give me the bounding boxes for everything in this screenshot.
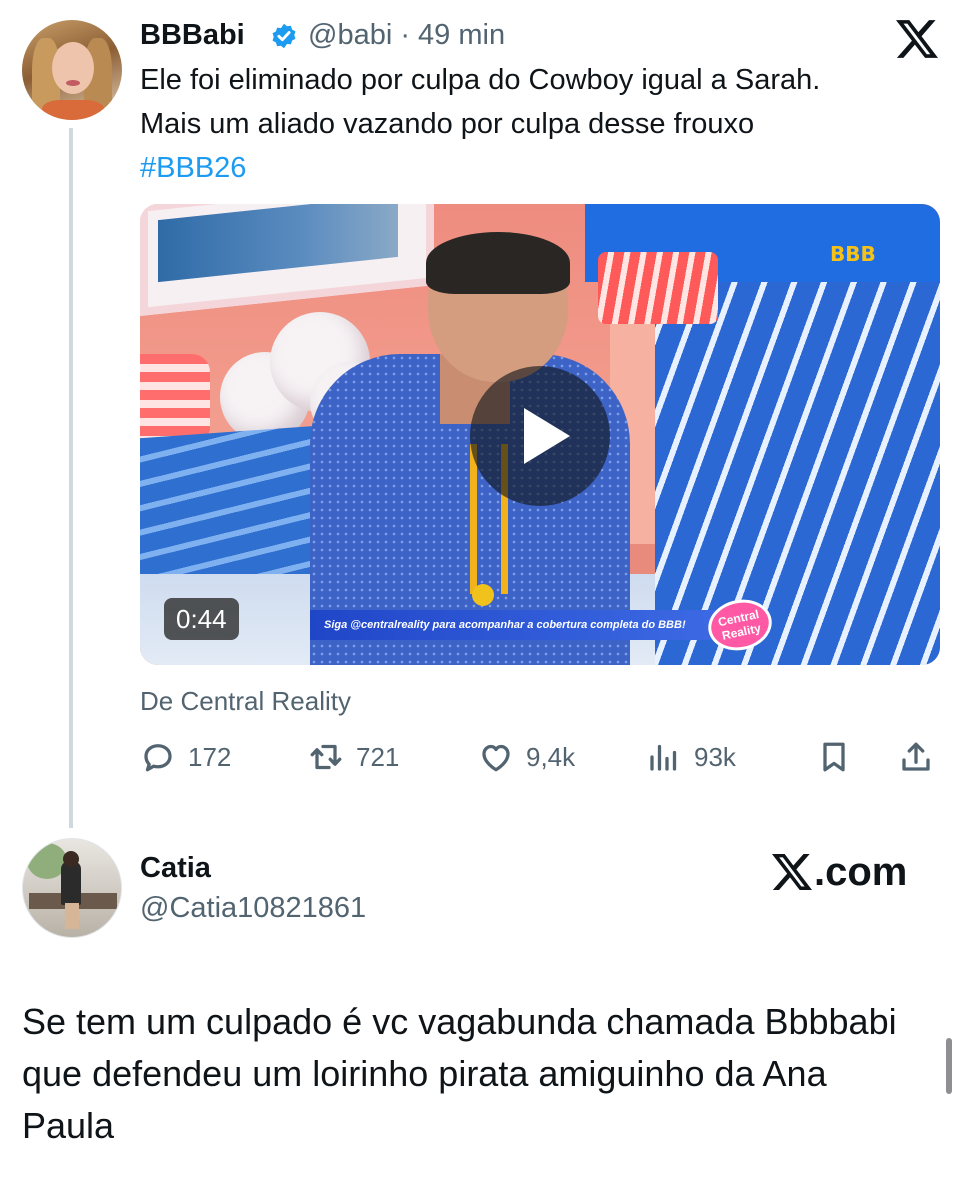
author-name[interactable]: BBBabi bbox=[140, 18, 245, 52]
retweet-icon bbox=[310, 744, 342, 770]
verified-badge-icon bbox=[272, 23, 296, 49]
video-scene-pillow bbox=[140, 354, 210, 438]
avatar-shirt bbox=[42, 100, 104, 120]
thread-line bbox=[69, 128, 73, 828]
retweet-count: 721 bbox=[356, 741, 400, 772]
reply-author-handle[interactable]: @Catia10821861 bbox=[140, 890, 366, 926]
play-icon bbox=[524, 408, 570, 464]
avatar-head bbox=[63, 851, 79, 867]
video-source-label[interactable]: De Central Reality bbox=[140, 684, 351, 718]
avatar-body bbox=[61, 861, 81, 905]
bookmark-icon bbox=[823, 742, 845, 772]
reply-button[interactable]: 172 bbox=[140, 734, 231, 780]
video-person-badge bbox=[472, 584, 494, 606]
like-count: 9,4k bbox=[526, 741, 576, 772]
views-count: 93k bbox=[694, 741, 736, 772]
video-duration: 0:44 bbox=[164, 598, 239, 640]
avatar-lips bbox=[66, 80, 80, 86]
xcom-brand-text: .com bbox=[814, 850, 908, 894]
x-logo-icon bbox=[772, 854, 812, 890]
video-corner-logo: BBB bbox=[830, 242, 876, 266]
bookmark-button[interactable] bbox=[816, 734, 852, 780]
views-icon bbox=[650, 744, 677, 771]
video-player[interactable]: BBB Siga @centralreality para acompanhar… bbox=[140, 204, 940, 665]
tweet-text: Ele foi eliminado por culpa do Cowboy ig… bbox=[140, 64, 821, 140]
like-icon bbox=[482, 744, 510, 772]
video-person-hair bbox=[426, 232, 570, 294]
reply-text: Se tem um culpado é vc vagabunda chamada… bbox=[22, 1001, 897, 1146]
retweet-button[interactable]: 721 bbox=[308, 734, 399, 780]
views-button[interactable]: 93k bbox=[646, 734, 736, 780]
video-scene-pillow bbox=[598, 252, 718, 324]
reply-author-name[interactable]: Catia bbox=[140, 850, 211, 886]
reply-count: 172 bbox=[188, 741, 232, 772]
hashtag-link[interactable]: #BBB26 bbox=[140, 146, 246, 190]
share-button[interactable] bbox=[898, 734, 934, 780]
video-scene-bed bbox=[655, 264, 940, 665]
author-avatar[interactable] bbox=[22, 20, 122, 120]
like-button[interactable]: 9,4k bbox=[478, 734, 575, 780]
video-banner: Siga @centralreality para acompanhar a c… bbox=[310, 610, 754, 640]
xcom-brand: .com bbox=[772, 850, 907, 894]
share-icon bbox=[902, 742, 930, 771]
reply-icon bbox=[144, 744, 172, 772]
reply-author-avatar[interactable] bbox=[22, 838, 122, 938]
play-button[interactable] bbox=[470, 366, 610, 506]
avatar-legs bbox=[65, 903, 79, 929]
avatar-face bbox=[52, 42, 94, 94]
x-logo-icon[interactable] bbox=[896, 18, 938, 60]
scrollbar[interactable] bbox=[946, 1038, 952, 1094]
video-scene-bed bbox=[140, 425, 318, 589]
author-handle-time[interactable]: @babi · 49 min bbox=[308, 18, 505, 52]
